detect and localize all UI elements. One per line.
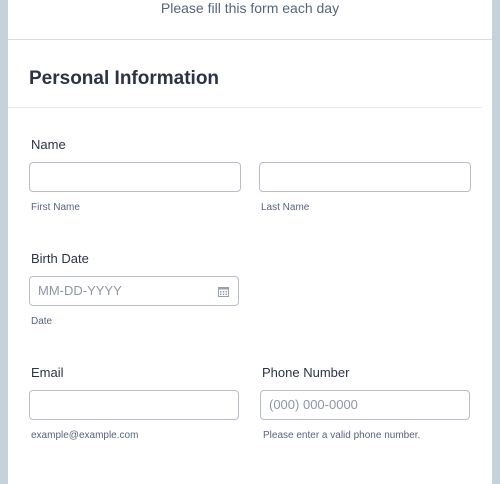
birth-date-placeholder: MM-DD-YYYY [38, 283, 122, 298]
email-label: Email [31, 365, 64, 380]
phone-label: Phone Number [262, 365, 350, 380]
birth-date-sublabel: Date [31, 316, 53, 327]
last-name-sublabel: Last Name [261, 202, 310, 213]
form-subtitle-bar: Please fill this form each day [8, 0, 492, 40]
first-name-input[interactable] [29, 162, 241, 192]
phone-placeholder: (000) 000-0000 [269, 397, 358, 412]
last-name-input[interactable] [259, 162, 471, 192]
birth-date-label: Birth Date [31, 251, 89, 266]
phone-input[interactable]: (000) 000-0000 [260, 390, 470, 420]
section-divider [8, 107, 482, 108]
email-input[interactable] [29, 390, 239, 420]
form-subtitle: Please fill this form each day [160, 0, 340, 16]
email-sublabel: example@example.com [31, 430, 139, 441]
birth-date-input[interactable]: MM-DD-YYYY [29, 276, 239, 306]
section-title: Personal Information [29, 68, 220, 89]
calendar-icon[interactable] [218, 286, 229, 297]
name-label: Name [31, 137, 66, 152]
form-card: Please fill this form each day Personal … [8, 0, 492, 484]
phone-sublabel: Please enter a valid phone number. [263, 430, 421, 441]
first-name-sublabel: First Name [31, 202, 80, 213]
